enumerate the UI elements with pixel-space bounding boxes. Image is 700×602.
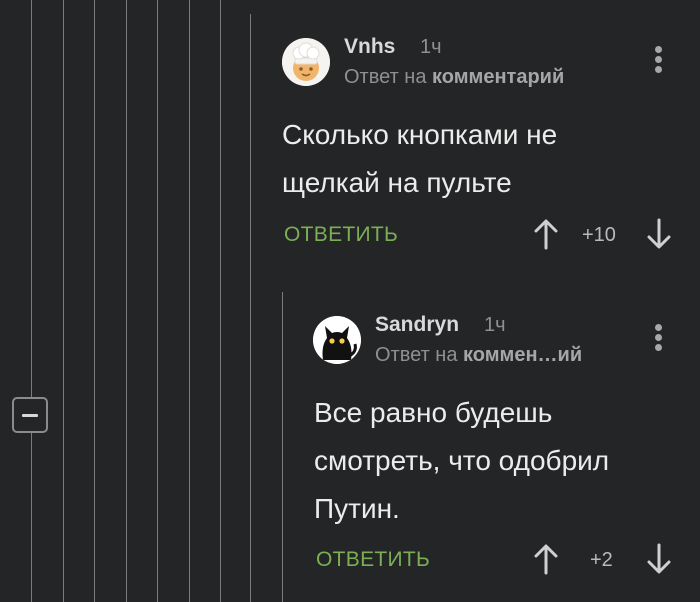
score: +10 xyxy=(582,224,616,246)
downvote-arrow-icon[interactable] xyxy=(647,218,671,250)
comment-time: 1ч xyxy=(484,314,506,336)
avatar[interactable] xyxy=(313,316,361,364)
reply-to-link[interactable]: комментарий xyxy=(432,66,564,88)
reply-to-info: Ответ на коммен…ий xyxy=(375,344,582,367)
reply-to-info: Ответ на комментарий xyxy=(344,66,564,89)
thread-line xyxy=(157,0,158,602)
thread-line xyxy=(220,0,221,602)
thread-line xyxy=(63,0,64,602)
comment-text: Все равно будешь смотреть, что одобрил П… xyxy=(314,389,609,533)
thread-line xyxy=(94,0,95,602)
more-options-icon[interactable] xyxy=(655,324,663,354)
thread-line xyxy=(126,0,127,602)
cat-avatar-icon xyxy=(313,316,361,364)
comment-author[interactable]: Vnhs xyxy=(344,35,395,59)
comment-author[interactable]: Sandryn xyxy=(375,313,459,337)
comment-text-line: щелкай на пульте xyxy=(282,167,512,198)
collapse-thread-button[interactable] xyxy=(12,397,48,433)
reply-to-prefix: Ответ на xyxy=(344,66,427,88)
upvote-arrow-icon[interactable] xyxy=(534,218,558,250)
more-options-icon[interactable] xyxy=(655,46,663,76)
reply-to-prefix: Ответ на xyxy=(375,344,458,366)
reply-button[interactable]: ОТВЕТИТЬ xyxy=(316,548,430,572)
score: +2 xyxy=(590,549,613,571)
reply-to-link[interactable]: коммен…ий xyxy=(463,344,582,366)
upvote-arrow-icon[interactable] xyxy=(534,543,558,575)
thread-line xyxy=(31,0,32,602)
comment-text-line: Путин. xyxy=(314,493,400,524)
thread-line xyxy=(250,14,251,602)
downvote-arrow-icon[interactable] xyxy=(647,543,671,575)
chef-avatar-icon xyxy=(282,38,330,86)
comment-text-line: смотреть, что одобрил xyxy=(314,445,610,476)
comment-text-line: Сколько кнопками не xyxy=(282,119,558,150)
minus-square-icon xyxy=(22,414,38,417)
comment-text: Сколько кнопками не щелкай на пульте xyxy=(282,111,557,207)
thread-line xyxy=(189,0,190,602)
comment-text-line: Все равно будешь xyxy=(314,397,553,428)
comment-time: 1ч xyxy=(420,36,442,58)
thread-line xyxy=(282,292,283,602)
reply-button[interactable]: ОТВЕТИТЬ xyxy=(284,223,398,247)
avatar[interactable] xyxy=(282,38,330,86)
